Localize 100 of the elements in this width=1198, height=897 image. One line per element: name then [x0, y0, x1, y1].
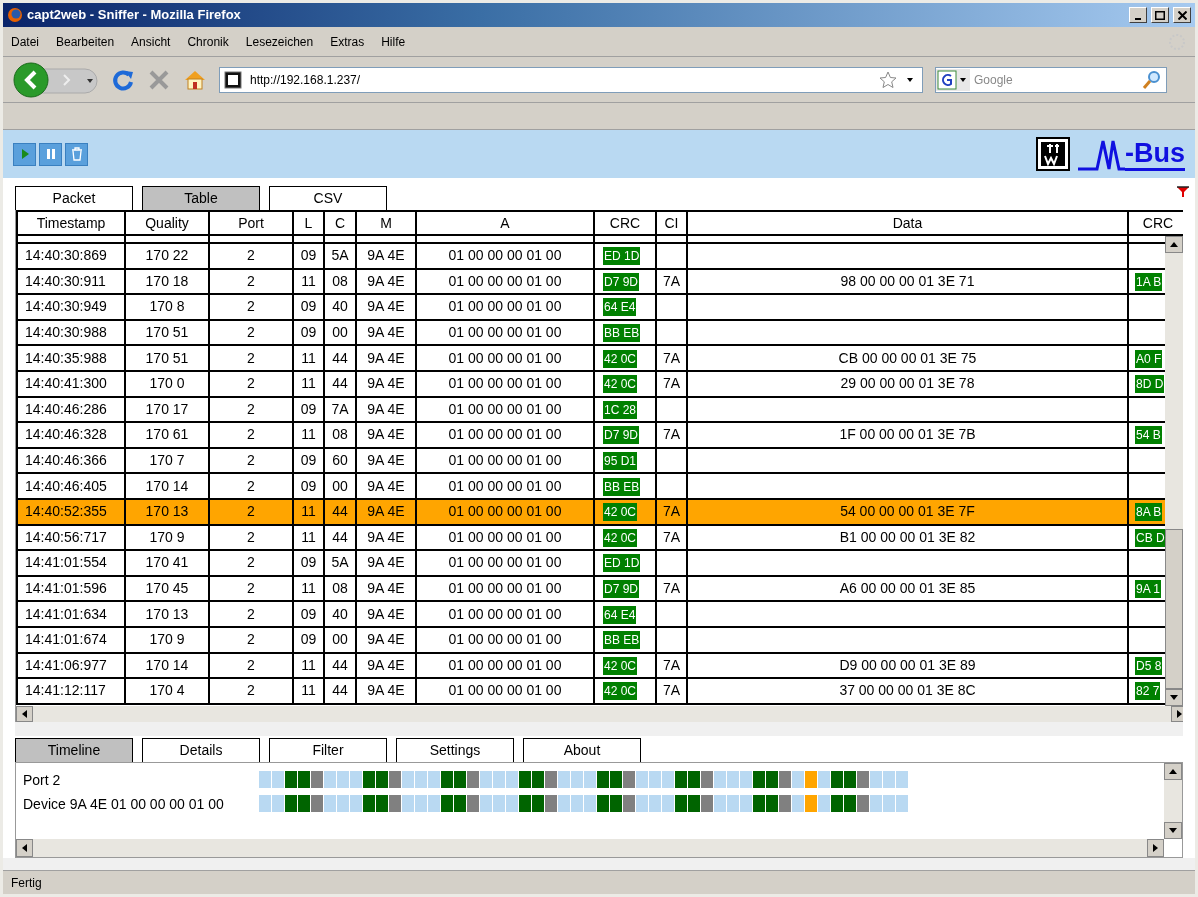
table-row[interactable]: 14:40:52:355 170 13 2 11 44 9A 4E 01 00 00 00 01 00 42 0C 7A 54 00 00 00 01 3E 7F 8A B	[17, 498, 1166, 525]
menu-item[interactable]: Hilfe	[381, 32, 406, 51]
status-text: Fertig	[11, 874, 42, 892]
menu-item[interactable]: Extras	[330, 32, 365, 51]
menu-item[interactable]: Datei	[11, 32, 39, 51]
table-cell: 2	[209, 678, 293, 704]
menu-item[interactable]: Ansicht	[131, 32, 171, 51]
vertical-scrollbar[interactable]	[1165, 236, 1183, 706]
scroll-left-button[interactable]	[16, 706, 33, 722]
search-field[interactable]: Google	[970, 67, 1142, 92]
table-cell: 01 00 00 00 01 00	[416, 550, 594, 576]
table-cell: 9A 4E	[356, 498, 416, 525]
crc-value: ED 1D	[603, 247, 641, 266]
table-row[interactable]: 14:41:12:117 170 4 2 11 44 9A 4E 01 00 00 00 01 00 42 0C 7A 37 00 00 00 01 3E 8C 82 7	[17, 678, 1166, 704]
table-row[interactable]: 14:40:56:717 170 9 2 11 44 9A 4E 01 00 00 00 01 00 42 0C 7A B1 00 00 00 01 3E 82 CB D	[17, 524, 1166, 551]
tab[interactable]: About	[523, 738, 641, 762]
table-row[interactable]: 14:40:30:949 170 8 2 09 40 9A 4E 01 00 00 00 01 00 64 E4	[17, 294, 1166, 320]
table-row[interactable]: 14:41:06:977 170 14 2 11 44 9A 4E 01 00 00 00 01 00 42 0C 7A D9 00 00 00 01 3E 89 D5 8	[17, 652, 1166, 679]
maximize-button[interactable]	[1151, 7, 1169, 23]
table-cell: 08	[324, 422, 356, 448]
table-row[interactable]: 14:41:01:634 170 13 2 09 40 9A 4E 01 00 00 00 01 00 64 E4	[17, 601, 1166, 627]
table-cell: 40	[324, 294, 356, 320]
table-cell: 9A 4E	[356, 294, 416, 320]
tab[interactable]: Timeline	[15, 738, 133, 762]
table-cell: 01 00 00 00 01 00	[416, 243, 594, 269]
reload-icon[interactable]	[111, 67, 135, 92]
table-row[interactable]: 14:40:30:869 170 22 2 09 5A 9A 4E 01 00 00 00 01 00 ED 1D	[17, 243, 1166, 269]
column-header[interactable]: M	[356, 211, 416, 235]
horizontal-scrollbar[interactable]	[16, 706, 1183, 722]
column-header[interactable]: Timestamp	[17, 211, 125, 235]
table-row[interactable]: 14:40:46:405 170 14 2 09 00 9A 4E 01 00 00 00 01 00 BB EB	[17, 473, 1166, 499]
search-box[interactable]: Google	[935, 66, 1167, 93]
maximize-icon	[1155, 10, 1165, 20]
tab[interactable]: Settings	[396, 738, 514, 762]
table-cell: 2	[209, 550, 293, 576]
column-header[interactable]: CI	[656, 211, 687, 235]
table-cell: 170 22	[125, 243, 209, 269]
scrollbar-thumb[interactable]	[1165, 529, 1183, 689]
dropdown-icon[interactable]	[906, 76, 914, 83]
column-header[interactable]: CRC	[1128, 211, 1183, 235]
table-cell: 01 00 00 00 01 00	[416, 294, 594, 320]
column-header[interactable]: A	[416, 211, 594, 235]
menu-item[interactable]: Bearbeiten	[56, 32, 115, 51]
column-header[interactable]: CRC	[594, 211, 656, 235]
table-row[interactable]: 14:40:41:300 170 0 2 11 44 9A 4E 01 00 00 00 01 00 42 0C 7A 29 00 00 00 01 3E 78 8D D	[17, 370, 1166, 397]
star-icon[interactable]	[878, 69, 898, 90]
scroll-up-button[interactable]	[1164, 763, 1182, 780]
table-cell: 09	[293, 550, 324, 576]
trash-icon	[69, 147, 84, 161]
table-row[interactable]: 14:40:30:911 170 18 2 11 08 9A 4E 01 00 00 00 01 00 D7 9D 7A 98 00 00 00 01 3E 71 1A B	[17, 268, 1166, 295]
trash-button[interactable]	[65, 142, 88, 166]
menu-item[interactable]: Chronik	[187, 32, 229, 51]
column-header[interactable]: C	[324, 211, 356, 235]
table-cell: 170 8	[125, 294, 209, 320]
scroll-down-button[interactable]	[1165, 689, 1183, 706]
tab[interactable]: Filter	[269, 738, 387, 762]
filter-icon[interactable]	[1177, 186, 1189, 198]
search-engine-icon[interactable]	[936, 68, 970, 91]
table-cell: 14:40:35:988	[17, 345, 125, 371]
tab[interactable]: Table	[142, 186, 260, 210]
logo-icon	[1036, 137, 1070, 171]
tab[interactable]: CSV	[269, 186, 387, 210]
table-cell: 2	[209, 626, 293, 653]
back-forward-icon[interactable]	[11, 60, 99, 99]
search-icon[interactable]	[1142, 69, 1162, 90]
scroll-down-button[interactable]	[1164, 822, 1182, 839]
tab[interactable]: Packet	[15, 186, 133, 210]
table-cell: 14:40:30:949	[17, 294, 125, 320]
scroll-right-button[interactable]	[1147, 839, 1164, 857]
scroll-left-button[interactable]	[16, 839, 33, 857]
vertical-scrollbar[interactable]	[1164, 763, 1182, 839]
crc-value: 9A 1	[1135, 580, 1162, 598]
address-field[interactable]: http://192.168.1.237/	[219, 66, 923, 93]
table-cell: 170 0	[125, 370, 209, 397]
column-header[interactable]: Port	[209, 211, 293, 235]
table-row[interactable]: 14:40:46:286 170 17 2 09 7A 9A 4E 01 00 00 00 01 00 1C 28	[17, 396, 1166, 423]
tab[interactable]: Details	[142, 738, 260, 762]
table-row[interactable]: 14:40:30:988 170 51 2 09 00 9A 4E 01 00 00 00 01 00 BB EB	[17, 319, 1166, 346]
column-header[interactable]: Quality	[125, 211, 209, 235]
table-row[interactable]: 14:41:01:554 170 41 2 09 5A 9A 4E 01 00 00 00 01 00 ED 1D	[17, 550, 1166, 576]
scroll-up-button[interactable]	[1165, 236, 1183, 253]
crc-value: 42 0C	[603, 503, 638, 522]
table-cell: 44	[324, 678, 356, 704]
column-header[interactable]: L	[293, 211, 324, 235]
scroll-right-button[interactable]	[1171, 706, 1183, 722]
table-cell: 01 00 00 00 01 00	[416, 601, 594, 627]
horizontal-scrollbar[interactable]	[16, 839, 1164, 857]
minimize-button[interactable]	[1129, 7, 1147, 23]
menu-item[interactable]: Lesezeichen	[245, 32, 314, 51]
play-button[interactable]	[13, 142, 36, 166]
table-row[interactable]: 14:41:01:596 170 45 2 11 08 9A 4E 01 00 00 00 01 00 D7 9D 7A A6 00 00 00 01 3E 85 9A 1	[17, 575, 1166, 602]
column-header[interactable]: Data	[687, 211, 1128, 235]
table-row[interactable]: 14:41:01:674 170 9 2 09 00 9A 4E 01 00 00 00 01 00 BB EB	[17, 626, 1166, 653]
table-cell: 01 00 00 00 01 00	[416, 422, 594, 448]
table-row[interactable]: 14:40:46:328 170 61 2 11 08 9A 4E 01 00 00 00 01 00 D7 9D 7A 1F 00 00 00 01 3E 7B 54 B	[17, 422, 1166, 448]
minimize-icon	[1135, 18, 1141, 20]
close-button[interactable]	[1173, 7, 1191, 23]
pause-button[interactable]	[39, 142, 62, 166]
table-row[interactable]: 14:40:46:366 170 7 2 09 60 9A 4E 01 00 00 00 01 00 95 D1	[17, 447, 1166, 474]
table-row[interactable]: 14:40:35:988 170 51 2 11 44 9A 4E 01 00 00 00 01 00 42 0C 7A CB 00 00 00 01 3E 75 A0 F	[17, 345, 1166, 371]
